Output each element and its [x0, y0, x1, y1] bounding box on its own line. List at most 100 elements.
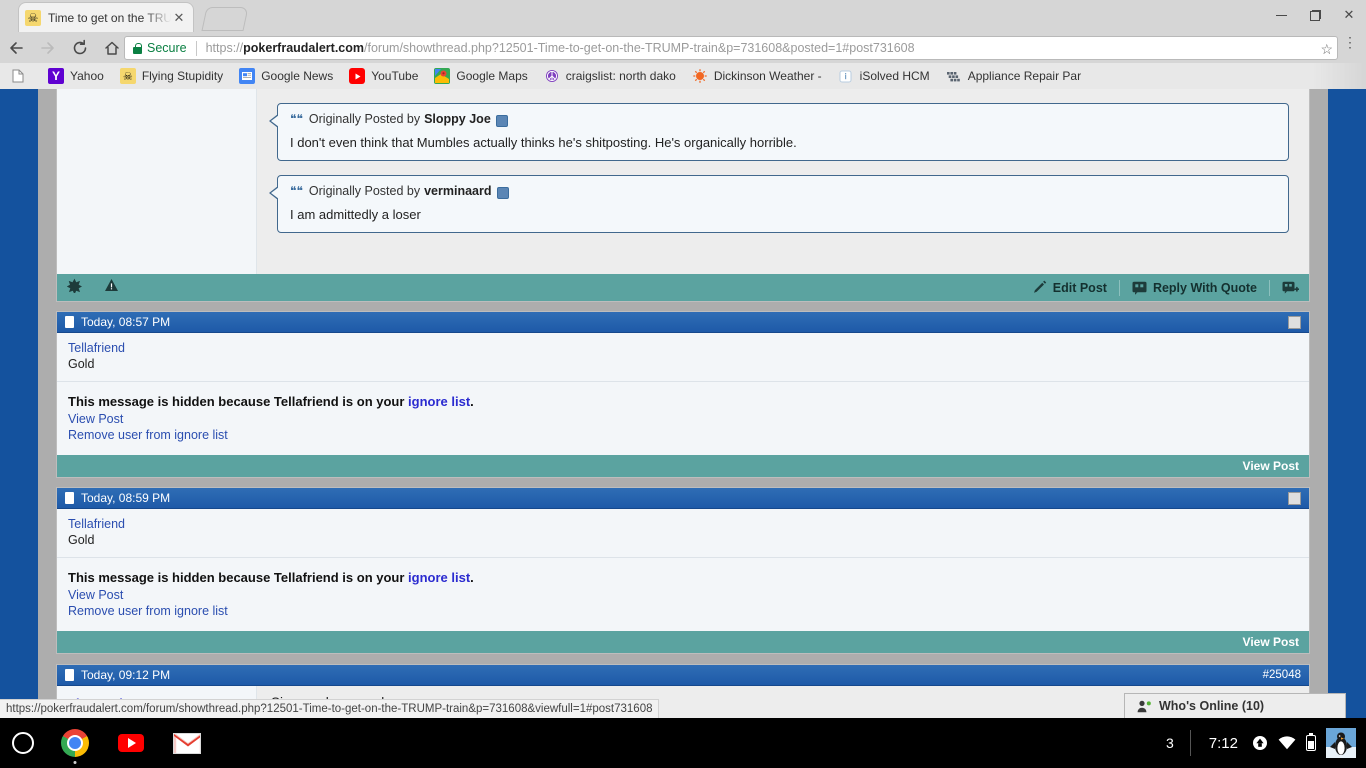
post-number[interactable]: #25048 [1263, 669, 1301, 681]
bookmark-item-yahoo[interactable]: Y Yahoo [48, 68, 104, 84]
gmail-icon[interactable] [172, 728, 202, 758]
new-tab-button[interactable] [201, 7, 248, 31]
yahoo-icon: Y [48, 68, 64, 84]
weather-sun-icon [692, 68, 708, 84]
post-user-rank: Gold [68, 533, 94, 547]
browser-tab[interactable]: ☠ Time to get on the TRUM ✕ [18, 2, 194, 32]
bookmark-item-isolved-hcm[interactable]: iSolved HCM [838, 68, 930, 84]
reply-with-quote-button[interactable]: Reply With Quote [1132, 281, 1257, 295]
edit-post-button[interactable]: Edit Post [1032, 280, 1107, 295]
system-tray[interactable]: 3 7:12 [1166, 718, 1366, 768]
remove-user-link[interactable]: Remove user from ignore list [68, 427, 1298, 443]
quote-block: ❝❝ Originally Posted by Sloppy Joe I don… [277, 103, 1289, 161]
bookmark-item-flying-stupidity[interactable]: ☠ Flying Stupidity [120, 68, 223, 84]
reload-icon[interactable] [64, 32, 96, 63]
user-online-icon [1137, 700, 1152, 713]
view-post-icon[interactable] [497, 187, 509, 199]
bookmark-item-craigslist[interactable]: craigslist: north dako [544, 68, 676, 84]
youtube-icon[interactable] [116, 728, 146, 758]
quote-author[interactable]: Sloppy Joe [424, 112, 491, 126]
post-timestamp: Today, 09:12 PM [81, 668, 170, 682]
post-toolbar-left [67, 278, 119, 298]
bookmark-item-google-news[interactable]: Google News [239, 68, 333, 84]
view-post-link[interactable]: View Post [68, 587, 1298, 603]
launcher-circle-icon[interactable] [12, 732, 34, 754]
url-path: /forum/showthread.php?12501-Time-to-get-… [364, 41, 915, 55]
tray-notification-count[interactable]: 3 [1166, 735, 1174, 751]
wifi-icon[interactable] [1278, 736, 1296, 750]
post-body: ❝❝ Originally Posted by Sloppy Joe I don… [57, 89, 1309, 274]
warning-triangle-icon[interactable] [104, 278, 119, 297]
url-scheme: https:// [206, 41, 244, 55]
restore-button[interactable] [1298, 0, 1332, 30]
view-post-footer-link[interactable]: View Post [1243, 635, 1299, 649]
multiquote-button[interactable] [1282, 281, 1299, 295]
bookmark-item-dickinson-weather[interactable]: Dickinson Weather - [692, 68, 822, 84]
bookmark-item-youtube[interactable]: YouTube [349, 68, 418, 84]
penguin-avatar-icon[interactable] [1326, 728, 1356, 758]
quote-header: ❝❝ Originally Posted by Sloppy Joe [290, 112, 1276, 126]
bookmark-label: craigslist: north dako [566, 69, 676, 83]
star-icon[interactable] [67, 278, 82, 298]
omnibox-divider [196, 41, 197, 56]
quote-author[interactable]: verminaard [424, 184, 491, 198]
minimize-button[interactable] [1264, 0, 1298, 30]
close-button[interactable]: ✕ [1332, 0, 1366, 30]
youtube-icon [349, 68, 365, 84]
three-dots-menu-icon[interactable]: ⋮ [1342, 38, 1358, 47]
post-header: Today, 08:59 PM [57, 488, 1309, 509]
post-header-right [1288, 316, 1301, 329]
quote-marks-icon: ❝❝ [290, 184, 303, 198]
post-header: Today, 08:57 PM [57, 312, 1309, 333]
view-post-link[interactable]: View Post [68, 411, 1298, 427]
ignore-list-link[interactable]: ignore list [408, 394, 470, 409]
chrome-icon[interactable] [60, 728, 90, 758]
bookmark-item-google-maps[interactable]: Google Maps [434, 68, 527, 84]
page-icon [65, 492, 74, 504]
post-timestamp: Today, 08:57 PM [81, 315, 170, 329]
forum-content: ❝❝ Originally Posted by Sloppy Joe I don… [56, 89, 1310, 718]
battery-icon[interactable] [1306, 735, 1316, 751]
post-username-link[interactable]: Tellafriend [68, 517, 1299, 531]
bookmarks-bar: Y Yahoo ☠ Flying Stupidity Google News Y… [0, 63, 1366, 89]
hidden-suffix: . [470, 394, 474, 409]
bookmark-label: YouTube [371, 69, 418, 83]
remove-user-link[interactable]: Remove user from ignore list [68, 603, 1298, 619]
hidden-message-text: This message is hidden because Tellafrie… [68, 570, 1298, 585]
browser-window: ☠ Time to get on the TRUM ✕ ✕ Secure [0, 0, 1366, 718]
hidden-message: This message is hidden because Tellafrie… [57, 382, 1309, 455]
quote-marks-icon: ❝❝ [290, 112, 303, 126]
bookmark-item-document[interactable] [10, 68, 32, 84]
bookmark-star-icon[interactable]: ☆ [1320, 41, 1333, 58]
google-news-icon [239, 68, 255, 84]
address-bar[interactable]: Secure https://pokerfraudalert.com/forum… [124, 36, 1338, 60]
lock-icon [133, 43, 142, 54]
tray-clock[interactable]: 7:12 [1209, 735, 1238, 752]
security-indicator[interactable]: Secure [133, 41, 187, 55]
quote-prefix: Originally Posted by [309, 184, 420, 198]
post-header-right [1288, 492, 1301, 505]
post-footer: View Post [57, 631, 1309, 653]
checkbox-icon[interactable] [1288, 316, 1301, 329]
update-arrow-icon[interactable] [1252, 735, 1268, 751]
ignore-list-link[interactable]: ignore list [408, 570, 470, 585]
tab-strip: ☠ Time to get on the TRUM ✕ ✕ [0, 0, 1366, 32]
bookmark-label: Appliance Repair Par [968, 69, 1081, 83]
view-post-footer-link[interactable]: View Post [1243, 459, 1299, 473]
post-toolbar: Edit Post Reply With Quote [57, 274, 1309, 301]
post-username-link[interactable]: Tellafriend [68, 341, 1299, 355]
whos-online-widget[interactable]: Who's Online (10) [1124, 693, 1346, 718]
hidden-post-block: Today, 08:57 PM Tellafriend Gold This me… [56, 311, 1310, 478]
close-icon[interactable]: ✕ [171, 10, 187, 26]
bookmark-label: Google Maps [456, 69, 527, 83]
url-host: pokerfraudalert.com [243, 41, 364, 55]
bookmark-label: Google News [261, 69, 333, 83]
quote-header: ❝❝ Originally Posted by verminaard [290, 184, 1276, 198]
back-arrow-icon[interactable] [0, 32, 32, 63]
forward-arrow-icon[interactable] [32, 32, 64, 63]
whos-online-label: Who's Online (10) [1159, 699, 1264, 713]
view-post-icon[interactable] [496, 115, 508, 127]
reply-with-quote-label: Reply With Quote [1153, 281, 1257, 295]
checkbox-icon[interactable] [1288, 492, 1301, 505]
bookmark-item-appliance-repair[interactable]: Appliance Repair Par [946, 68, 1081, 84]
